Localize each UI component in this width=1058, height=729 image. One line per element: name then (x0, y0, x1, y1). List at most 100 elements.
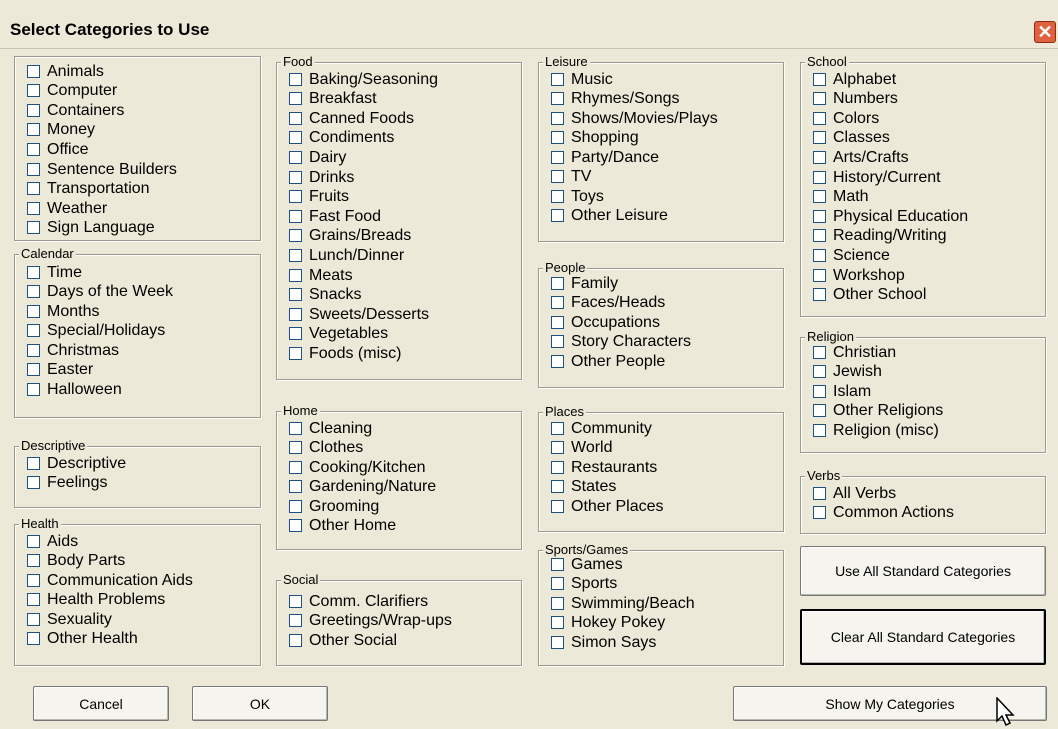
category-checkbox-item[interactable]: All Verbs (813, 484, 896, 503)
checkbox[interactable] (27, 632, 40, 645)
category-checkbox-item[interactable]: TV (551, 167, 591, 186)
checkbox[interactable] (551, 635, 564, 649)
checkbox[interactable] (27, 324, 40, 337)
category-checkbox-item[interactable]: Christmas (27, 341, 119, 360)
category-checkbox-item[interactable]: Breakfast (289, 89, 377, 108)
category-checkbox-item[interactable]: Time (27, 263, 82, 282)
checkbox[interactable] (289, 594, 302, 608)
checkbox[interactable] (551, 189, 564, 203)
clear-all-standard-categories-button[interactable]: Clear All Standard Categories (800, 609, 1046, 665)
category-checkbox-item[interactable]: Sports (551, 574, 617, 593)
checkbox[interactable] (27, 382, 40, 396)
category-checkbox-item[interactable]: Other Religions (813, 401, 943, 420)
category-checkbox-item[interactable]: Vegetables (289, 324, 388, 343)
checkbox[interactable] (27, 612, 40, 626)
category-checkbox-item[interactable]: Months (27, 302, 99, 321)
category-checkbox-item[interactable]: Occupations (551, 313, 660, 332)
category-checkbox-item[interactable]: Money (27, 120, 95, 139)
category-checkbox-item[interactable]: Canned Foods (289, 109, 414, 128)
checkbox[interactable] (551, 577, 564, 590)
checkbox[interactable] (289, 150, 302, 164)
category-checkbox-item[interactable]: Easter (27, 360, 93, 379)
checkbox[interactable] (27, 162, 40, 176)
checkbox[interactable] (813, 423, 826, 437)
category-checkbox-item[interactable]: Cleaning (289, 419, 372, 438)
checkbox[interactable] (551, 421, 564, 435)
checkbox[interactable] (551, 441, 564, 455)
category-checkbox-item[interactable]: Snacks (289, 285, 361, 304)
category-checkbox-item[interactable]: Foods (misc) (289, 344, 401, 363)
checkbox[interactable] (813, 92, 826, 106)
checkbox[interactable] (813, 345, 826, 359)
checkbox[interactable] (813, 72, 826, 86)
checkbox[interactable] (289, 633, 302, 647)
checkbox[interactable] (289, 248, 302, 262)
category-checkbox-item[interactable]: Hokey Pokey (551, 613, 665, 632)
category-checkbox-item[interactable]: Drinks (289, 168, 354, 187)
checkbox[interactable] (27, 285, 40, 298)
checkbox[interactable] (27, 573, 40, 587)
checkbox[interactable] (289, 190, 302, 204)
category-checkbox-item[interactable]: Alphabet (813, 70, 896, 89)
category-checkbox-item[interactable]: Sexuality (27, 610, 112, 629)
category-checkbox-item[interactable]: Sentence Builders (27, 160, 177, 179)
category-checkbox-item[interactable]: Other School (813, 285, 926, 304)
category-checkbox-item[interactable]: Office (27, 140, 89, 159)
category-checkbox-item[interactable]: Classes (813, 128, 890, 147)
category-checkbox-item[interactable]: Communication Aids (27, 571, 193, 590)
category-checkbox-item[interactable]: Rhymes/Songs (551, 89, 680, 108)
category-checkbox-item[interactable]: States (551, 477, 616, 496)
category-checkbox-item[interactable]: Numbers (813, 89, 898, 108)
checkbox[interactable] (551, 616, 564, 629)
checkbox[interactable] (813, 170, 826, 184)
category-checkbox-item[interactable]: Aids (27, 532, 78, 551)
category-checkbox-item[interactable]: Grains/Breads (289, 226, 411, 245)
checkbox[interactable] (289, 170, 302, 184)
checkbox[interactable] (289, 92, 302, 106)
category-checkbox-item[interactable]: Days of the Week (27, 282, 173, 301)
checkbox[interactable] (289, 268, 302, 282)
checkbox[interactable] (551, 92, 564, 105)
checkbox[interactable] (27, 343, 40, 357)
checkbox[interactable] (289, 519, 302, 532)
checkbox[interactable] (551, 557, 564, 571)
category-checkbox-item[interactable]: Reading/Writing (813, 226, 947, 245)
checkbox[interactable] (551, 170, 564, 183)
category-checkbox-item[interactable]: Story Characters (551, 332, 691, 351)
category-checkbox-item[interactable]: Computer (27, 81, 117, 100)
checkbox[interactable] (27, 142, 40, 156)
category-checkbox-item[interactable]: Fruits (289, 187, 349, 206)
checkbox[interactable] (551, 111, 564, 125)
checkbox[interactable] (813, 131, 826, 145)
category-checkbox-item[interactable]: Other People (551, 352, 665, 371)
checkbox[interactable] (813, 229, 826, 243)
category-checkbox-item[interactable]: Body Parts (27, 551, 125, 570)
category-checkbox-item[interactable]: Common Actions (813, 503, 954, 522)
checkbox[interactable] (289, 131, 302, 145)
checkbox[interactable] (289, 288, 302, 302)
checkbox[interactable] (27, 103, 40, 117)
category-checkbox-item[interactable]: Halloween (27, 380, 122, 399)
checkbox[interactable] (813, 384, 826, 398)
checkbox[interactable] (551, 315, 564, 329)
checkbox[interactable] (551, 209, 564, 222)
category-checkbox-item[interactable]: Cooking/Kitchen (289, 458, 426, 477)
category-checkbox-item[interactable]: Shows/Movies/Plays (551, 109, 718, 128)
checkbox[interactable] (813, 111, 826, 125)
category-checkbox-item[interactable]: Shopping (551, 128, 639, 147)
checkbox[interactable] (551, 460, 564, 474)
category-checkbox-item[interactable]: Grooming (289, 497, 379, 516)
category-checkbox-item[interactable]: Family (551, 274, 618, 293)
checkbox[interactable] (289, 346, 302, 360)
category-checkbox-item[interactable]: Arts/Crafts (813, 148, 909, 167)
checkbox[interactable] (551, 354, 564, 368)
category-checkbox-item[interactable]: Meats (289, 266, 353, 285)
checkbox[interactable] (27, 554, 40, 567)
checkbox[interactable] (551, 150, 564, 164)
checkbox[interactable] (813, 150, 826, 164)
category-checkbox-item[interactable]: Descriptive (27, 454, 126, 473)
category-checkbox-item[interactable]: Greetings/Wrap-ups (289, 611, 452, 630)
ok-button[interactable]: OK (192, 686, 328, 721)
cancel-button[interactable]: Cancel (33, 686, 169, 721)
checkbox[interactable] (289, 307, 302, 321)
